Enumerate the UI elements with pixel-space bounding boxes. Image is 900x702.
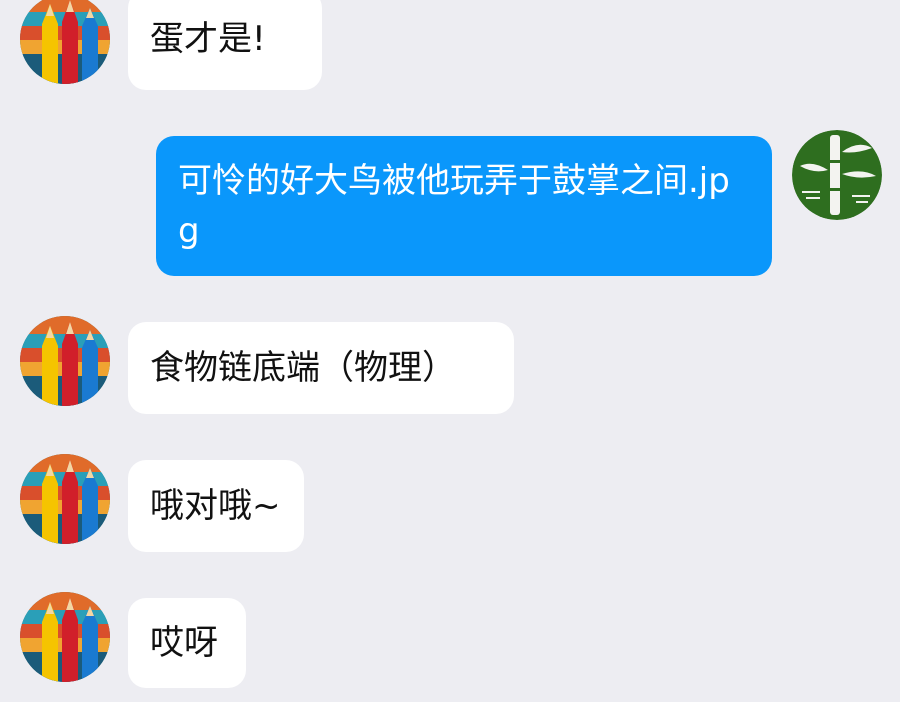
- message-bubble-outgoing[interactable]: 可怜的好大鸟被他玩弄于鼓掌之间.jpg: [156, 136, 772, 276]
- sender-avatar[interactable]: [20, 592, 110, 682]
- message-bubble-incoming[interactable]: 食物链底端（物理）: [128, 322, 514, 414]
- sender-avatar[interactable]: [20, 454, 110, 544]
- chat-thread: 蛋才是! 可怜的好大鸟被他玩弄于鼓掌之间.jpg 食物链底端（物理） 哦对哦~ …: [0, 0, 900, 702]
- message-bubble-incoming[interactable]: 哎呀: [128, 598, 246, 688]
- message-bubble-incoming[interactable]: 蛋才是!: [128, 0, 322, 90]
- pencils-avatar-icon: [20, 0, 110, 84]
- message-text: 蛋才是!: [150, 19, 266, 59]
- bamboo-avatar-icon: [792, 130, 882, 220]
- message-text: 可怜的好大鸟被他玩弄于鼓掌之间.jpg: [178, 161, 730, 251]
- message-text: 哎呀: [150, 623, 218, 663]
- pencils-avatar-icon: [20, 592, 110, 682]
- sender-avatar[interactable]: [20, 0, 110, 84]
- sender-avatar[interactable]: [20, 316, 110, 406]
- message-bubble-incoming[interactable]: 哦对哦~: [128, 460, 304, 552]
- pencils-avatar-icon: [20, 316, 110, 406]
- pencils-avatar-icon: [20, 454, 110, 544]
- my-avatar[interactable]: [792, 130, 882, 220]
- message-text: 哦对哦~: [150, 486, 281, 526]
- message-text: 食物链底端（物理）: [150, 348, 456, 388]
